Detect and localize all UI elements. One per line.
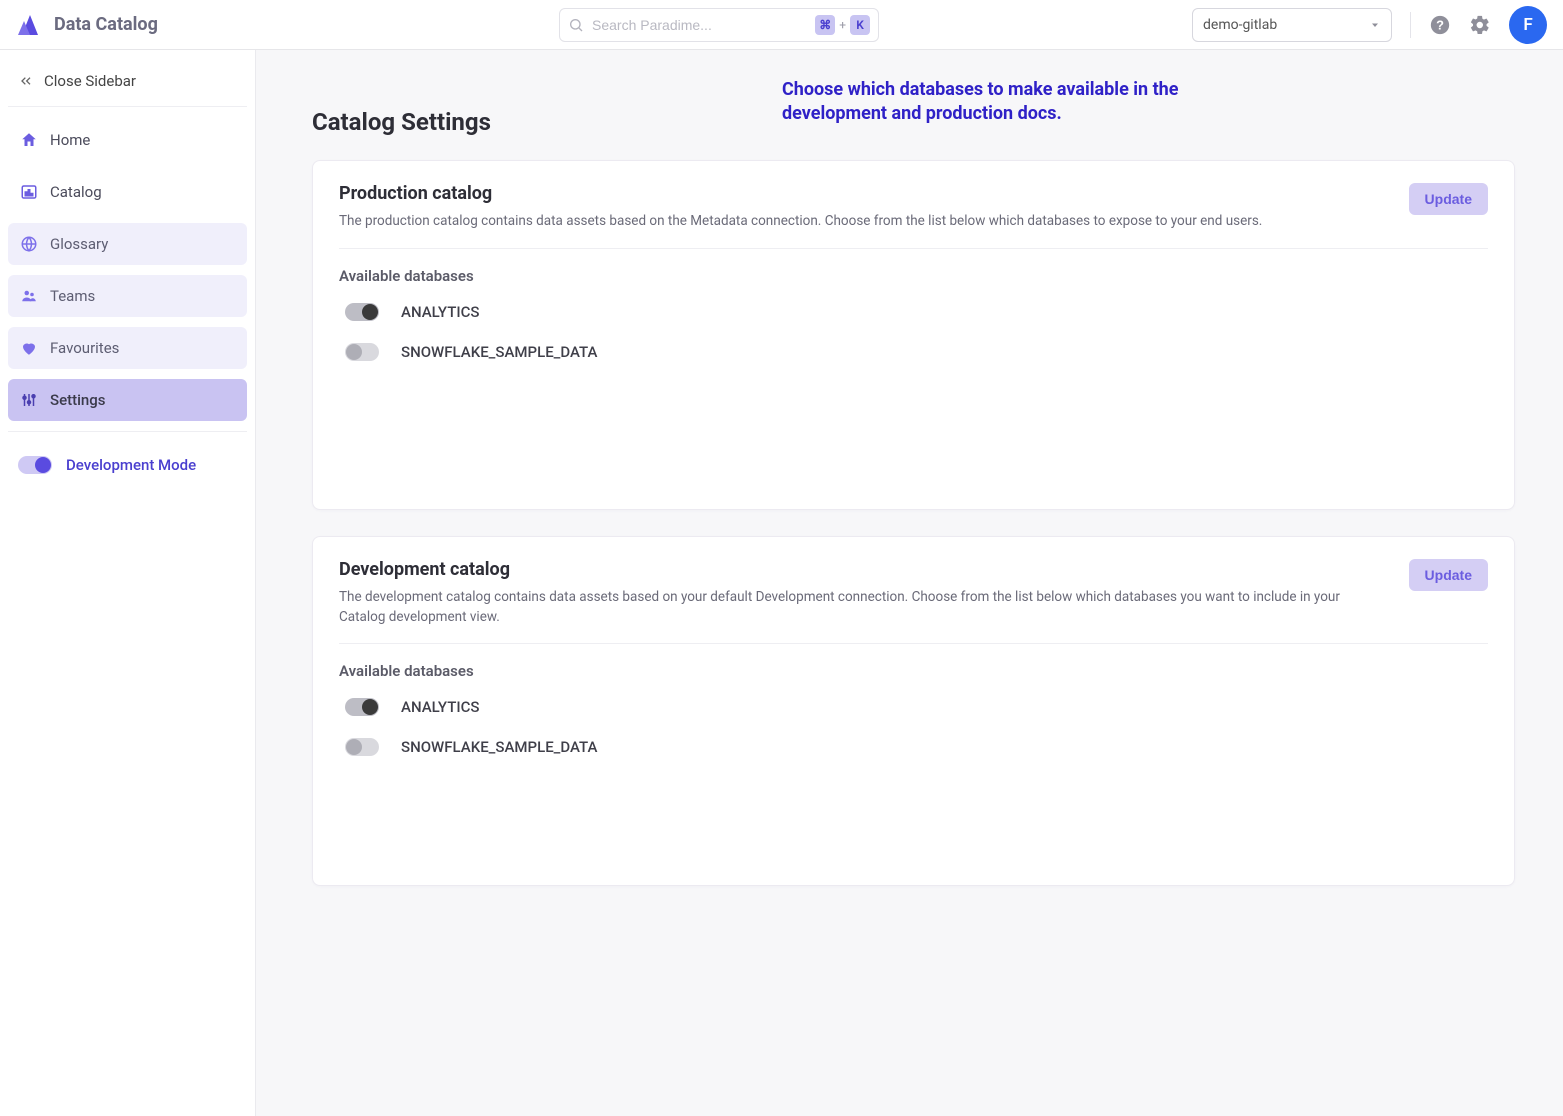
database-name: ANALYTICS xyxy=(401,303,479,321)
sliders-icon xyxy=(20,391,38,409)
update-button[interactable]: Update xyxy=(1409,183,1488,215)
gear-icon[interactable] xyxy=(1469,14,1491,36)
card-header-text: Production catalog The production catalo… xyxy=(339,183,1262,232)
search-icon xyxy=(568,17,584,33)
sidebar-item-favourites[interactable]: Favourites xyxy=(8,327,247,369)
available-databases-label: Available databases xyxy=(339,267,1488,285)
search-input[interactable] xyxy=(592,17,807,33)
card-description: The production catalog contains data ass… xyxy=(339,212,1262,232)
sidebar-item-label: Glossary xyxy=(50,235,108,253)
development-mode-label: Development Mode xyxy=(66,456,196,474)
database-toggle[interactable] xyxy=(345,343,379,361)
sidebar-item-label: Settings xyxy=(50,391,106,409)
heart-icon xyxy=(20,339,38,357)
database-name: SNOWFLAKE_SAMPLE_DATA xyxy=(401,343,597,361)
svg-text:?: ? xyxy=(1436,17,1444,32)
team-icon xyxy=(20,287,38,305)
search-hotkey: ⌘ + K xyxy=(815,15,870,35)
workspace-select[interactable]: demo-gitlab xyxy=(1192,8,1392,42)
logo-area: Data Catalog xyxy=(16,13,246,37)
database-toggle[interactable] xyxy=(345,303,379,321)
page-callout: Choose which databases to make available… xyxy=(782,78,1182,127)
home-icon xyxy=(20,131,38,149)
database-name: SNOWFLAKE_SAMPLE_DATA xyxy=(401,738,597,756)
sidebar-item-catalog[interactable]: Catalog xyxy=(8,171,247,213)
sidebar-item-glossary[interactable]: Glossary xyxy=(8,223,247,265)
sidebar: Close Sidebar Home Catalog Glossary Team xyxy=(0,50,256,1116)
app-header: Data Catalog ⌘ + K demo-gitlab ? xyxy=(0,0,1563,50)
sidebar-item-label: Favourites xyxy=(50,339,119,357)
catalog-icon xyxy=(20,183,38,201)
database-toggle[interactable] xyxy=(345,738,379,756)
update-button[interactable]: Update xyxy=(1409,559,1488,591)
development-mode-row: Development Mode xyxy=(8,450,247,480)
avatar[interactable]: F xyxy=(1509,6,1547,44)
sidebar-item-label: Home xyxy=(50,131,90,149)
database-row: SNOWFLAKE_SAMPLE_DATA xyxy=(339,343,1488,361)
help-icon[interactable]: ? xyxy=(1429,14,1451,36)
page-title: Catalog Settings xyxy=(312,78,742,136)
logo-icon xyxy=(16,13,44,37)
development-catalog-card: Development catalog The development cata… xyxy=(312,536,1515,886)
available-databases-label: Available databases xyxy=(339,662,1488,680)
sidebar-item-settings[interactable]: Settings xyxy=(8,379,247,421)
main-content: Catalog Settings Choose which databases … xyxy=(256,50,1563,1116)
sidebar-item-home[interactable]: Home xyxy=(8,119,247,161)
kbd-plus: + xyxy=(839,18,846,32)
development-mode-toggle[interactable] xyxy=(18,456,52,474)
card-title: Development catalog xyxy=(339,559,1359,580)
sidebar-item-label: Catalog xyxy=(50,183,102,201)
production-catalog-card: Production catalog The production catalo… xyxy=(312,160,1515,510)
search-box[interactable]: ⌘ + K xyxy=(559,8,879,42)
globe-icon xyxy=(20,235,38,253)
card-header: Development catalog The development cata… xyxy=(339,559,1488,644)
close-sidebar-label: Close Sidebar xyxy=(44,72,136,90)
chevrons-left-icon xyxy=(18,73,34,89)
card-title: Production catalog xyxy=(339,183,1262,204)
kbd-k: K xyxy=(850,15,870,35)
divider xyxy=(8,431,247,432)
header-right: demo-gitlab ? F xyxy=(1192,6,1547,44)
kbd-cmd-icon: ⌘ xyxy=(815,15,835,35)
database-row: ANALYTICS xyxy=(339,698,1488,716)
separator xyxy=(1410,12,1411,38)
card-header-text: Development catalog The development cata… xyxy=(339,559,1359,627)
workspace-selected-label: demo-gitlab xyxy=(1203,17,1277,33)
app-title: Data Catalog xyxy=(54,14,158,35)
chevron-down-icon xyxy=(1369,19,1381,31)
database-name: ANALYTICS xyxy=(401,698,479,716)
database-row: ANALYTICS xyxy=(339,303,1488,321)
database-toggle[interactable] xyxy=(345,698,379,716)
page-header-row: Catalog Settings Choose which databases … xyxy=(312,78,1515,136)
header-center: ⌘ + K xyxy=(262,8,1176,42)
card-description: The development catalog contains data as… xyxy=(339,588,1359,627)
sidebar-item-teams[interactable]: Teams xyxy=(8,275,247,317)
sidebar-item-label: Teams xyxy=(50,287,95,305)
close-sidebar-button[interactable]: Close Sidebar xyxy=(8,60,247,107)
database-row: SNOWFLAKE_SAMPLE_DATA xyxy=(339,738,1488,756)
card-header: Production catalog The production catalo… xyxy=(339,183,1488,249)
